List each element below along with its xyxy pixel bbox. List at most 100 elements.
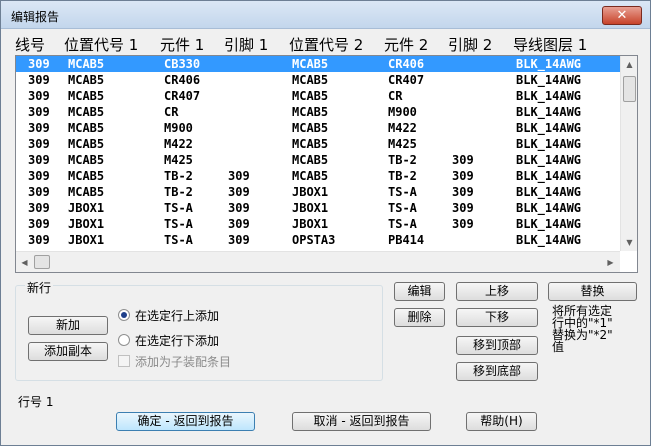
table-cell: 309 (28, 137, 50, 151)
scroll-down-icon[interactable]: ▼ (621, 234, 638, 251)
column-header-pin-2[interactable]: 引脚 2 (448, 34, 492, 55)
title-bar: 编辑报告 ✕ (1, 1, 650, 29)
table-cell: MCAB5 (68, 73, 105, 87)
table-row[interactable]: 309 JBOX1 TS-A 309 OPSTA3 PB414 BLK_14AWG (16, 232, 620, 248)
table-cell: JBOX1 (292, 185, 329, 199)
table-cell: MCAB5 (292, 153, 329, 167)
cancel-return-button[interactable]: 取消 - 返回到报告 (292, 412, 431, 431)
table-row[interactable]: 309 MCAB5 M422 MCAB5 M425 BLK_14AWG (16, 136, 620, 152)
move-to-bottom-button[interactable]: 移到底部 (456, 362, 538, 381)
table-cell: MCAB5 (68, 89, 105, 103)
column-header-component-2[interactable]: 元件 2 (384, 34, 428, 55)
table-cell: BLK_14AWG (516, 217, 582, 231)
table-cell: M900 (388, 105, 417, 119)
move-to-top-button[interactable]: 移到顶部 (456, 336, 538, 355)
column-header-location-1[interactable]: 位置代号 1 (64, 34, 138, 55)
table-cell: TB-2 (164, 169, 193, 183)
replace-button[interactable]: 替换 (548, 282, 637, 301)
column-header-wire-layer-1[interactable]: 导线图层 1 (513, 34, 587, 55)
column-header-component-1[interactable]: 元件 1 (160, 34, 204, 55)
edit-report-dialog: 编辑报告 ✕ 线号 位置代号 1 元件 1 引脚 1 位置代号 2 元件 2 引… (0, 0, 651, 446)
table-cell: 309 (28, 105, 50, 119)
table-cell: CR (164, 105, 179, 119)
table-cell: M422 (164, 137, 193, 151)
table-cell: CR407 (388, 73, 425, 87)
scroll-up-icon[interactable]: ▲ (621, 56, 638, 73)
table-cell: MCAB5 (68, 153, 105, 167)
table-cell: BLK_14AWG (516, 121, 582, 135)
table-cell: BLK_14AWG (516, 105, 582, 119)
table-cell: M900 (164, 121, 193, 135)
table-cell: 309 (228, 201, 250, 215)
table-cell: TB-2 (388, 169, 417, 183)
close-icon: ✕ (616, 8, 628, 23)
table-cell: M425 (164, 153, 193, 167)
dialog-title: 编辑报告 (11, 10, 60, 24)
table-cell: M422 (388, 121, 417, 135)
table-cell: 309 (28, 57, 50, 71)
table-cell: JBOX1 (292, 201, 329, 215)
table-cell: TS-A (164, 233, 193, 247)
table-cell: MCAB5 (68, 169, 105, 183)
table-cell: 309 (28, 89, 50, 103)
help-button[interactable]: 帮助(H) (466, 412, 537, 431)
table-row[interactable]: 309 MCAB5 M425 MCAB5 TB-2 309 BLK_14AWG (16, 152, 620, 168)
table-cell: 309 (28, 73, 50, 87)
delete-button[interactable]: 删除 (394, 308, 445, 327)
table-cell: MCAB5 (68, 105, 105, 119)
table-cell: MCAB5 (292, 137, 329, 151)
report-listbox[interactable]: 309 MCAB5 CB330 MCAB5 CR406 BLK_14AWG 309 MCAB5… (15, 55, 638, 273)
table-row[interactable]: 309 MCAB5 CR MCAB5 M900 BLK_14AWG (16, 104, 620, 120)
table-cell: MCAB5 (292, 169, 329, 183)
column-header-pin-1[interactable]: 引脚 1 (224, 34, 268, 55)
new-button[interactable]: 新加 (28, 316, 108, 335)
table-cell: 309 (228, 185, 250, 199)
table-cell: TS-A (388, 217, 417, 231)
table-cell: 309 (228, 233, 250, 247)
table-row[interactable]: 309 MCAB5 CB330 MCAB5 CR406 BLK_14AWG (16, 56, 620, 72)
table-cell: OPSTA3 (292, 233, 336, 247)
vertical-scrollbar[interactable]: ▲ ▼ (620, 56, 637, 251)
table-cell: MCAB5 (68, 57, 105, 71)
add-copy-button[interactable]: 添加副本 (28, 342, 108, 361)
table-cell: MCAB5 (292, 57, 329, 71)
replace-description: 将所有选定 行中的"*1" 替换为"*2" 值 (552, 304, 613, 354)
table-cell: TS-A (164, 201, 193, 215)
table-cell: 309 (452, 169, 474, 183)
table-row[interactable]: 309 MCAB5 TB-2 309 JBOX1 TS-A 309 BLK_14AWG (16, 184, 620, 200)
table-row[interactable]: 309 MCAB5 CR406 MCAB5 CR407 BLK_14AWG (16, 72, 620, 88)
table-cell: BLK_14AWG (516, 89, 582, 103)
table-row[interactable]: 309 JBOX1 TS-A 309 JBOX1 TS-A 309 BLK_14AWG (16, 200, 620, 216)
table-cell: BLK_14AWG (516, 137, 582, 151)
table-cell: BLK_14AWG (516, 201, 582, 215)
table-cell: BLK_14AWG (516, 153, 582, 167)
table-cell: 309 (28, 153, 50, 167)
column-headers: 线号 位置代号 1 元件 1 引脚 1 位置代号 2 元件 2 引脚 2 导线图… (1, 31, 641, 55)
table-cell: MCAB5 (68, 137, 105, 151)
move-up-button[interactable]: 上移 (456, 282, 538, 301)
close-button[interactable]: ✕ (602, 6, 642, 25)
checkbox-icon (118, 355, 130, 367)
table-cell: JBOX1 (292, 217, 329, 231)
radio-checked-icon (118, 309, 130, 321)
column-header-location-2[interactable]: 位置代号 2 (289, 34, 363, 55)
table-cell: 309 (28, 201, 50, 215)
edit-button[interactable]: 编辑 (394, 282, 445, 301)
table-row[interactable]: 309 MCAB5 M900 MCAB5 M422 BLK_14AWG (16, 120, 620, 136)
table-row[interactable]: 309 MCAB5 TB-2 309 MCAB5 TB-2 309 BLK_14AWG (16, 168, 620, 184)
vertical-scroll-thumb[interactable] (623, 76, 636, 102)
scroll-left-icon[interactable]: ◀ (16, 252, 33, 273)
table-cell: CR (388, 89, 403, 103)
table-row[interactable]: 309 MCAB5 CR407 MCAB5 CR BLK_14AWG (16, 88, 620, 104)
horizontal-scroll-thumb[interactable] (34, 255, 50, 269)
new-row-group-label: 新行 (25, 279, 54, 296)
table-row[interactable]: 309 JBOX1 TS-A 309 JBOX1 TS-A 309 BLK_14AWG (16, 216, 620, 232)
table-cell: 309 (452, 217, 474, 231)
table-cell: CR406 (164, 73, 201, 87)
scroll-right-icon[interactable]: ▶ (602, 252, 619, 273)
table-cell: 309 (452, 153, 474, 167)
ok-return-button[interactable]: 确定 - 返回到报告 (116, 412, 255, 431)
column-header-wire-number[interactable]: 线号 (15, 34, 45, 55)
horizontal-scrollbar[interactable]: ◀ ▶ (16, 251, 620, 272)
move-down-button[interactable]: 下移 (456, 308, 538, 327)
